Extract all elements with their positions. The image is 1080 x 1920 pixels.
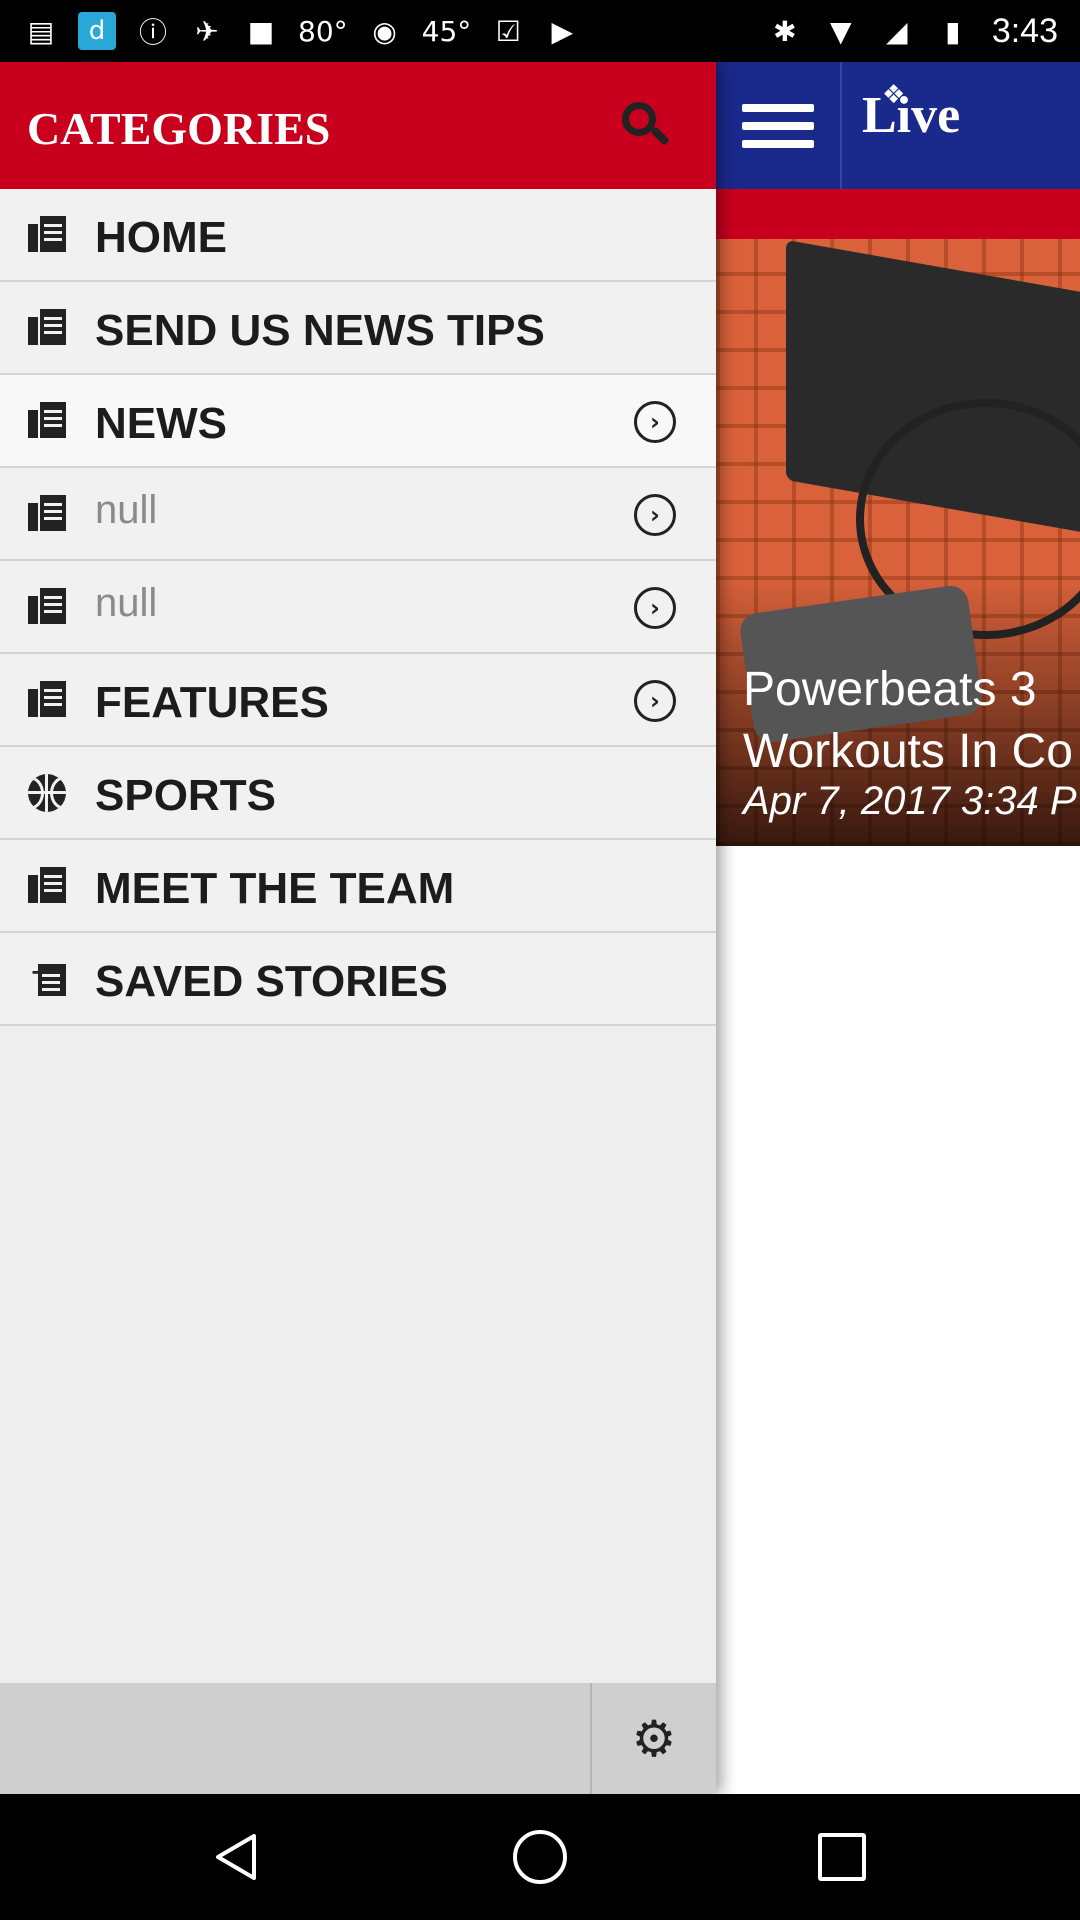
lock-icon: ■ <box>247 14 275 48</box>
chevron-right-icon[interactable]: › <box>634 494 676 536</box>
document-icon <box>28 495 66 533</box>
menu-item-send-news-tips[interactable]: SEND US NEWS TIPS <box>0 282 716 375</box>
search-button[interactable] <box>620 100 670 150</box>
logo-text: Live <box>862 87 961 144</box>
gear-icon: ⚙ <box>631 1709 677 1768</box>
menu-item-null-1[interactable]: null › <box>0 468 716 561</box>
menu-icon <box>742 103 814 148</box>
document-icon <box>28 867 66 905</box>
settings-button[interactable]: ⚙ <box>590 1683 716 1794</box>
basketball-icon <box>28 774 66 812</box>
menu-item-saved-stories[interactable]: + SAVED STORIES <box>0 933 716 1026</box>
menu-item-label: SEND US NEWS TIPS <box>95 306 545 355</box>
home-button[interactable] <box>513 1830 567 1884</box>
drawer-title: CATEGORIES <box>27 103 331 154</box>
menu-item-label: HOME <box>95 213 227 262</box>
menu-item-label: SAVED STORIES <box>95 957 448 1006</box>
menu-item-sports[interactable]: SPORTS <box>0 747 716 840</box>
story-title: Powerbeats 3 Workouts In Co <box>743 663 1073 778</box>
play-icon: ▶ <box>551 14 574 48</box>
featured-story[interactable]: Powerbeats 3 Workouts In Co Apr 7, 2017 … <box>716 239 1080 846</box>
menu-item-label: FEATURES <box>95 678 329 727</box>
main-content: ❖ Live Powerbeats 3 Workouts In Co Apr 7… <box>716 62 1080 1794</box>
signal-icon: ◢ <box>886 14 908 48</box>
battery-icon: ▮ <box>945 14 961 48</box>
menu-item-meet-the-team[interactable]: MEET THE TEAM <box>0 840 716 933</box>
section-bar <box>716 189 1080 239</box>
hamburger-menu-button[interactable] <box>716 62 842 189</box>
broadcast-icon: ❖ <box>882 80 906 110</box>
app-icon: d <box>78 12 116 50</box>
menu-item-label: SPORTS <box>95 771 276 820</box>
clock: 3:43 <box>991 11 1058 50</box>
live-logo: ❖ Live <box>862 80 961 145</box>
story-date: Apr 7, 2017 3:34 P <box>743 779 1077 823</box>
menu-item-label: null <box>95 581 158 625</box>
notification-icons: ▤ d ⓘ ✈ ■ 80° ◉ 45° ☑ ▶ <box>24 10 579 52</box>
menu-item-features[interactable]: FEATURES › <box>0 654 716 747</box>
chevron-right-icon[interactable]: › <box>634 401 676 443</box>
document-icon <box>28 216 66 254</box>
system-navigation-bar <box>0 1794 1080 1920</box>
wifi-icon: ▼ <box>830 14 852 48</box>
recent-apps-button[interactable] <box>818 1833 866 1881</box>
menu-item-label: null <box>95 488 158 532</box>
menu-item-label: MEET THE TEAM <box>95 864 455 913</box>
document-icon <box>28 681 66 719</box>
menu-item-null-2[interactable]: null › <box>0 561 716 654</box>
android-icon: ◉ <box>372 14 397 48</box>
back-button[interactable] <box>210 1830 264 1884</box>
document-icon <box>28 588 66 626</box>
system-icons: ✱ ▼ ◢ ▮ 3:43 <box>768 10 1058 52</box>
app-toolbar: ❖ Live <box>716 62 1080 189</box>
check-icon: ☑ <box>495 14 521 48</box>
temperature-2: 45° <box>421 14 472 48</box>
status-bar: ▤ d ⓘ ✈ ■ 80° ◉ 45° ☑ ▶ ✱ ▼ ◢ ▮ 3:43 <box>0 0 1080 62</box>
chevron-right-icon[interactable]: › <box>634 587 676 629</box>
info-icon: ⓘ <box>138 16 167 49</box>
navigation-drawer: CATEGORIES HOME SEND US NEWS TIPS NEWS ›… <box>0 62 716 1794</box>
menu-item-news[interactable]: NEWS › <box>0 375 716 468</box>
message-icon: ▤ <box>27 14 55 48</box>
saved-icon: + <box>28 960 66 998</box>
temperature-1: 80° <box>298 14 348 48</box>
menu-item-home[interactable]: HOME <box>0 189 716 282</box>
menu-item-label: NEWS <box>95 399 227 448</box>
satellite-icon: ✈ <box>195 14 219 48</box>
chevron-right-icon[interactable]: › <box>634 680 676 722</box>
document-icon <box>28 309 66 347</box>
back-icon <box>216 1834 256 1880</box>
category-list: HOME SEND US NEWS TIPS NEWS › null › nul… <box>0 189 716 1026</box>
document-icon <box>28 402 66 440</box>
bluetooth-icon: ✱ <box>773 14 797 48</box>
drawer-footer: ⚙ <box>0 1683 716 1794</box>
drawer-header: CATEGORIES <box>0 62 716 189</box>
